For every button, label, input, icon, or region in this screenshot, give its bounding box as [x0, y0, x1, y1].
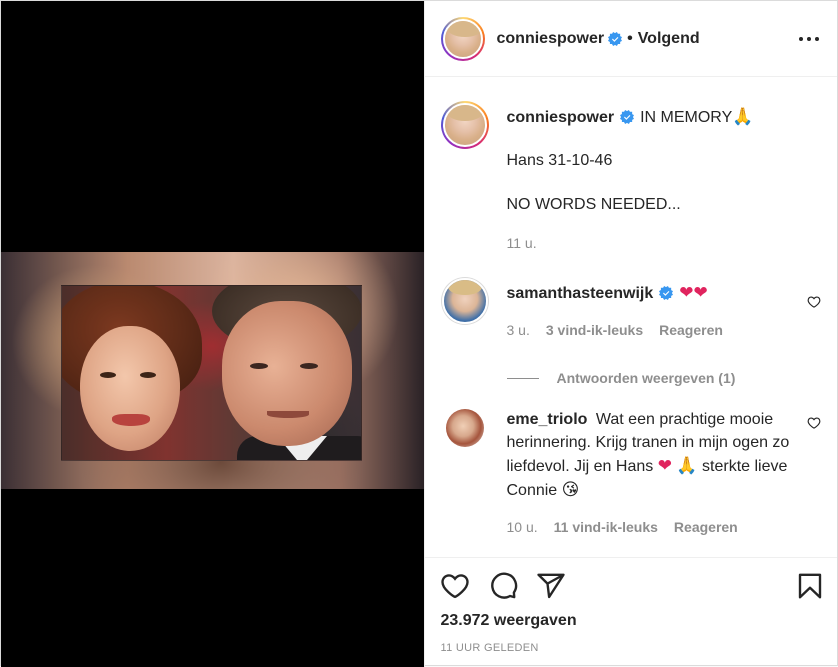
reply-button[interactable]: Reageren [674, 516, 738, 539]
comment-icon[interactable] [487, 570, 519, 602]
share-icon[interactable] [535, 570, 567, 602]
comment-item: eme_triolo Wat een prachtige mooie herin… [441, 408, 822, 539]
more-options-icon[interactable] [797, 29, 821, 49]
comment-meta: 3 u. 3 vind-ik-leuks Reageren [507, 319, 822, 342]
views-count[interactable]: 23.972 weergaven [441, 612, 822, 630]
post-header: conniespower • Volgend [424, 1, 837, 77]
heart-icon[interactable] [439, 570, 471, 602]
author-avatar[interactable] [440, 16, 485, 61]
post-timestamp[interactable]: 11 UUR GELEDEN [441, 642, 822, 654]
caption-time[interactable]: 11 u. [507, 232, 537, 255]
following-button[interactable]: Volgend [638, 30, 700, 48]
comment-like-icon[interactable] [807, 295, 821, 309]
post-actions: 23.972 weergaven 11 UUR GELEDEN [424, 557, 837, 667]
comment-username[interactable]: samanthasteenwijk [507, 285, 654, 302]
comment-like-icon[interactable] [807, 416, 821, 430]
post-media[interactable] [1, 1, 424, 667]
post-container: conniespower • Volgend conniespower IN ME… [0, 0, 838, 667]
comment-time[interactable]: 10 u. [507, 516, 538, 539]
comment-likes[interactable]: 3 vind-ik-leuks [546, 319, 643, 342]
verified-badge-icon [659, 286, 674, 300]
comment-avatar[interactable] [440, 277, 489, 325]
caption-meta: 11 u. [507, 232, 822, 255]
caption-text: IN MEMORY [640, 109, 733, 126]
action-icons [439, 568, 825, 604]
comments-list: conniespower IN MEMORY🙏 Hans 31-10-46 NO … [425, 77, 838, 557]
caption: conniespower IN MEMORY🙏 Hans 31-10-46 NO … [440, 93, 822, 255]
view-replies-button[interactable]: Antwoorden weergeven (1) [506, 370, 822, 386]
comment-time[interactable]: 3 u. [507, 319, 530, 342]
caption-avatar[interactable] [440, 101, 489, 149]
kiss-emoji: 😘 [561, 480, 580, 499]
heart-emoji: ❤ [657, 456, 672, 475]
video-still [61, 285, 362, 461]
comment-meta: 10 u. 11 vind-ik-leuks Reageren [507, 516, 792, 539]
pray-emoji: 🙏 [676, 456, 698, 475]
comment-item: samanthasteenwijk ❤❤ 3 u. 3 vind-ik-leuks… [440, 277, 822, 342]
side-panel: conniespower • Volgend conniespower IN ME… [423, 1, 838, 667]
verified-badge-icon [620, 110, 635, 124]
verified-badge-icon [608, 31, 623, 46]
caption-line-2: Hans 31-10-46 [506, 152, 613, 169]
comment-avatar[interactable] [445, 408, 485, 448]
reply-button[interactable]: Reageren [659, 319, 723, 342]
author-line: conniespower • Volgend [496, 29, 700, 48]
pray-emoji: 🙏 [732, 107, 754, 126]
caption-line-3: NO WORDS NEEDED... [506, 196, 681, 213]
video-frame[interactable] [1, 252, 424, 489]
bookmark-icon[interactable] [795, 570, 825, 602]
comment-username[interactable]: eme_triolo [507, 411, 588, 428]
heart-emoji: ❤❤ [679, 283, 708, 302]
caption-username[interactable]: conniespower [507, 109, 615, 126]
comment-likes[interactable]: 11 vind-ik-leuks [554, 516, 658, 539]
author-username[interactable]: conniespower [497, 30, 605, 48]
